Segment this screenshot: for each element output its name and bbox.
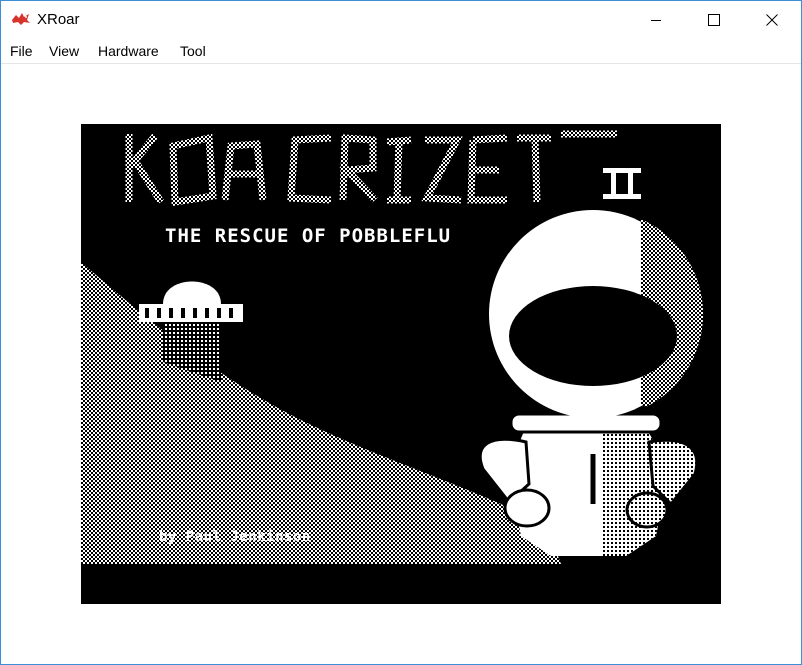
sequel-numeral <box>603 168 641 199</box>
game-subtitle: THE RESCUE OF POBBLEFLU <box>165 225 451 247</box>
close-icon <box>766 14 778 26</box>
title-bar[interactable]: XRoar <box>1 1 801 39</box>
menu-view[interactable]: View <box>49 42 79 60</box>
menu-bar: File View Hardware Tool <box>1 39 801 64</box>
maximize-icon <box>708 14 720 26</box>
xroar-dragon-icon <box>11 11 31 27</box>
maximize-button[interactable] <box>685 1 743 39</box>
menu-hardware[interactable]: Hardware <box>98 42 159 60</box>
emulator-screen[interactable]: THE RESCUE OF POBBLEFLU by Paul Jenkinso… <box>81 124 721 604</box>
window-title: XRoar <box>37 11 80 28</box>
astronaut <box>478 210 704 556</box>
minimize-button[interactable] <box>627 1 685 39</box>
game-title-screen: THE RESCUE OF POBBLEFLU by Paul Jenkinso… <box>81 130 704 564</box>
menu-file[interactable]: File <box>10 42 33 60</box>
close-button[interactable] <box>743 1 801 39</box>
menu-tool[interactable]: Tool <box>180 42 206 60</box>
minimize-icon <box>650 14 662 26</box>
game-credit: by Paul Jenkinson <box>159 529 311 545</box>
game-logo <box>125 130 617 207</box>
xroar-window: XRoar File View Hardware Tool THE RESCUE… <box>0 0 802 665</box>
